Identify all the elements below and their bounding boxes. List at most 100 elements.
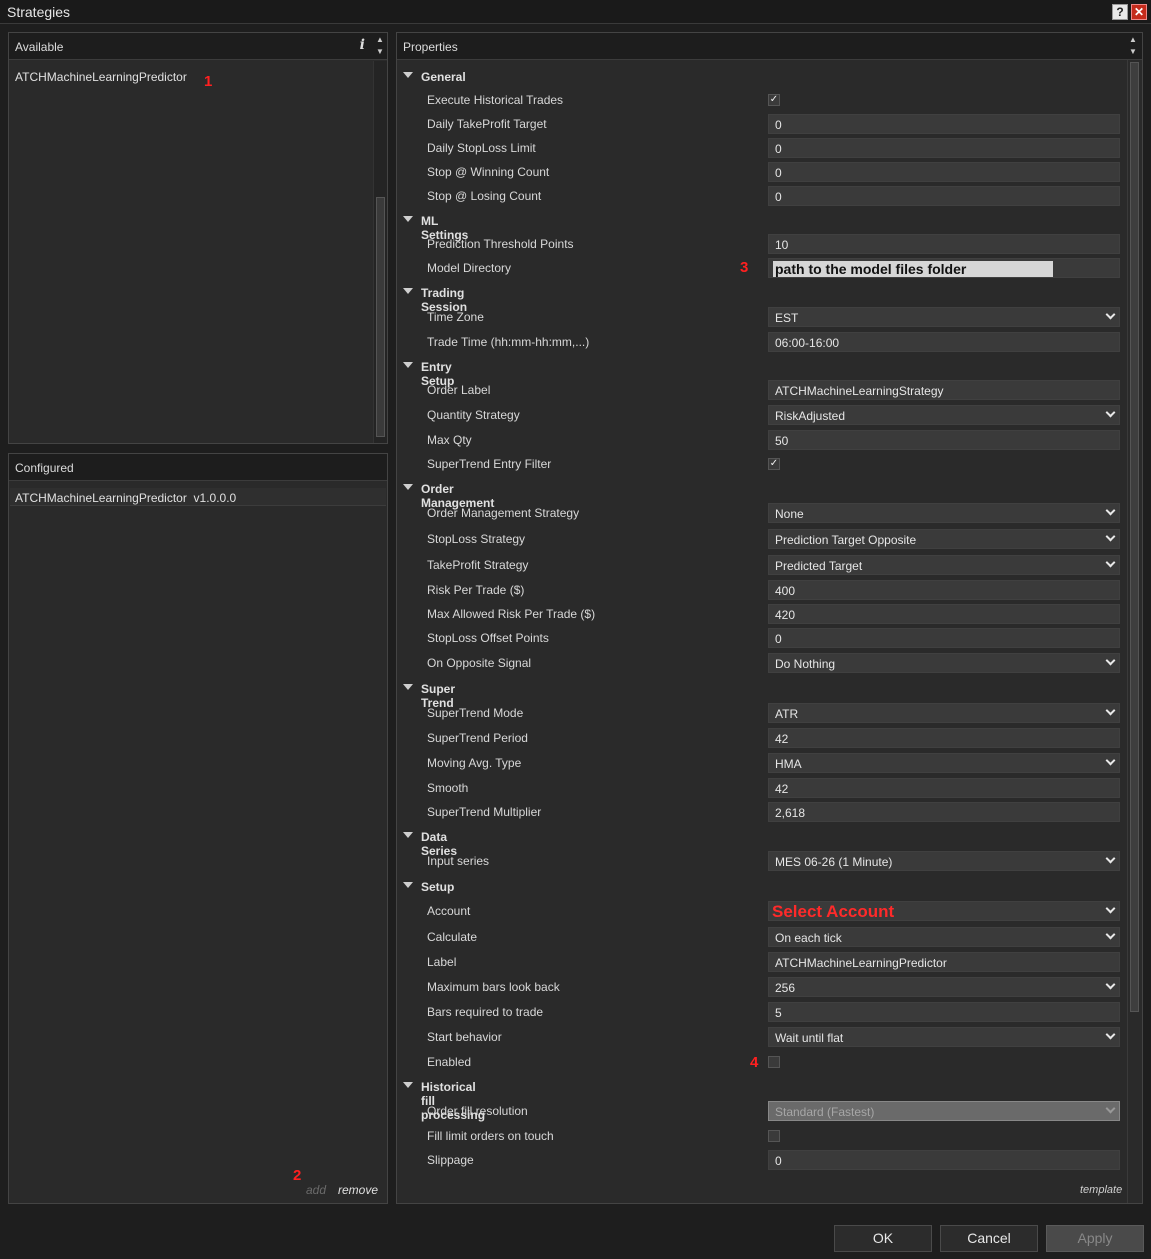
collapse-arrow-icon[interactable]	[403, 362, 413, 368]
supertrend-period-input[interactable]: 42	[768, 728, 1120, 748]
calculate-select[interactable]: On each tick	[768, 927, 1120, 947]
apply-button[interactable]: Apply	[1046, 1225, 1144, 1252]
prop-model-directory: Model Directory 3 path to the model file…	[398, 257, 1126, 279]
prop-supertrend-mode: SuperTrend Mode ATR	[398, 702, 1126, 724]
prop-smooth: Smooth 42	[398, 777, 1126, 799]
ok-button[interactable]: OK	[834, 1225, 932, 1252]
max-bars-select[interactable]: 256	[768, 977, 1120, 997]
chevron-down-icon	[1105, 505, 1116, 516]
close-icon[interactable]: ✕	[1131, 4, 1147, 20]
list-item[interactable]: ATCHMachineLearningPredictor	[15, 70, 187, 84]
om-strategy-select[interactable]: None	[768, 503, 1120, 523]
info-icon[interactable]: i	[360, 37, 365, 53]
enabled-checkbox[interactable]	[768, 1056, 780, 1068]
available-scrollbar[interactable]	[373, 61, 387, 443]
opposite-signal-select[interactable]: Do Nothing	[768, 653, 1120, 673]
order-fill-resolution-select: Standard (Fastest)	[768, 1101, 1120, 1121]
collapse-arrow-icon[interactable]	[403, 216, 413, 222]
prediction-threshold-input[interactable]: 10	[768, 234, 1120, 254]
chevron-down-icon	[1105, 655, 1116, 666]
window-title: Strategies	[7, 4, 71, 20]
prop-supertrend-period: SuperTrend Period 42	[398, 727, 1126, 749]
moving-avg-type-select[interactable]: HMA	[768, 753, 1120, 773]
fill-limit-touch-checkbox[interactable]	[768, 1130, 780, 1142]
execute-historical-checkbox[interactable]: ✓	[768, 94, 780, 106]
max-allowed-risk-input[interactable]: 420	[768, 604, 1120, 624]
prop-prediction-threshold: Prediction Threshold Points 10	[398, 233, 1126, 255]
scroll-up-icon[interactable]: ▲	[375, 35, 385, 44]
input-series-select[interactable]: MES 06-26 (1 Minute)	[768, 851, 1120, 871]
collapse-arrow-icon[interactable]	[403, 684, 413, 690]
label-input[interactable]: ATCHMachineLearningPredictor	[768, 952, 1120, 972]
remove-link[interactable]: remove	[338, 1183, 378, 1197]
scroll-thumb[interactable]	[376, 197, 385, 437]
supertrend-mode-select[interactable]: ATR	[768, 703, 1120, 723]
supertrend-multiplier-input[interactable]: 2,618	[768, 802, 1120, 822]
daily-takeprofit-input[interactable]: 0	[768, 114, 1120, 134]
chevron-down-icon	[1105, 903, 1116, 914]
takeprofit-strategy-select[interactable]: Predicted Target	[768, 555, 1120, 575]
prop-supertrend-entry-filter: SuperTrend Entry Filter ✓	[427, 457, 780, 471]
prop-risk-per-trade: Risk Per Trade ($) 400	[398, 579, 1126, 601]
scroll-thumb[interactable]	[1130, 62, 1139, 1012]
collapse-arrow-icon[interactable]	[403, 288, 413, 294]
risk-per-trade-input[interactable]: 400	[768, 580, 1120, 600]
prop-stop-winning: Stop @ Winning Count 0	[398, 161, 1126, 183]
add-link[interactable]: add	[306, 1183, 326, 1197]
prop-max-qty: Max Qty 50	[398, 429, 1126, 451]
prop-quantity-strategy: Quantity Strategy RiskAdjusted	[398, 404, 1126, 426]
available-header: Available i ▲ ▼	[9, 33, 387, 60]
supertrend-entry-filter-checkbox[interactable]: ✓	[768, 458, 780, 470]
chevron-down-icon	[1105, 979, 1116, 990]
properties-grid: General Execute Historical Trades ✓ Daily…	[398, 60, 1126, 1203]
collapse-arrow-icon[interactable]	[403, 832, 413, 838]
prop-bars-required: Bars required to trade 5	[398, 1001, 1126, 1023]
cancel-button[interactable]: Cancel	[940, 1225, 1038, 1252]
time-zone-select[interactable]: EST	[768, 307, 1120, 327]
smooth-input[interactable]: 42	[768, 778, 1120, 798]
properties-header: Properties ▲ ▼	[397, 33, 1142, 60]
daily-stoploss-input[interactable]: 0	[768, 138, 1120, 158]
prop-stop-losing: Stop @ Losing Count 0	[398, 185, 1126, 207]
collapse-arrow-icon[interactable]	[403, 72, 413, 78]
collapse-arrow-icon[interactable]	[403, 484, 413, 490]
template-link[interactable]: template	[1080, 1184, 1122, 1196]
configured-item-name: ATCHMachineLearningPredictor v1.0.0.0	[15, 491, 237, 505]
prop-enabled: Enabled 4	[398, 1051, 1126, 1073]
model-directory-input[interactable]: path to the model files folder	[768, 258, 1120, 278]
quantity-strategy-select[interactable]: RiskAdjusted	[768, 405, 1120, 425]
prop-opposite-signal: On Opposite Signal Do Nothing	[398, 652, 1126, 674]
help-icon[interactable]: ?	[1112, 4, 1128, 20]
title-bar: Strategies ? ✕	[0, 0, 1151, 24]
prop-input-series: Input series MES 06-26 (1 Minute)	[398, 850, 1126, 872]
chevron-down-icon	[1105, 755, 1116, 766]
chevron-down-icon	[1105, 557, 1116, 568]
prop-execute-historical-trades: Execute Historical Trades ✓	[427, 93, 780, 107]
collapse-arrow-icon[interactable]	[403, 1082, 413, 1088]
stop-losing-input[interactable]: 0	[768, 186, 1120, 206]
scroll-down-icon[interactable]: ▼	[375, 47, 385, 56]
table-row[interactable]: ATCHMachineLearningPredictor v1.0.0.0	[10, 488, 386, 506]
available-title: Available	[15, 40, 64, 54]
prop-takeprofit-strategy: TakeProfit Strategy Predicted Target	[398, 554, 1126, 576]
trade-time-input[interactable]: 06:00-16:00	[768, 332, 1120, 352]
properties-scrollbar[interactable]	[1127, 60, 1141, 1203]
slippage-input[interactable]: 0	[768, 1150, 1120, 1170]
stop-winning-input[interactable]: 0	[768, 162, 1120, 182]
chevron-down-icon	[1105, 1103, 1116, 1114]
stoploss-strategy-select[interactable]: Prediction Target Opposite	[768, 529, 1120, 549]
bars-required-input[interactable]: 5	[768, 1002, 1120, 1022]
scroll-down-icon[interactable]: ▼	[1128, 47, 1138, 56]
scroll-up-icon[interactable]: ▲	[1128, 35, 1138, 44]
collapse-arrow-icon[interactable]	[403, 882, 413, 888]
configured-header: Configured	[9, 454, 387, 481]
stoploss-offset-input[interactable]: 0	[768, 628, 1120, 648]
account-select[interactable]: Select Account	[768, 901, 1120, 921]
chevron-down-icon	[1105, 531, 1116, 542]
start-behavior-select[interactable]: Wait until flat	[768, 1027, 1120, 1047]
prop-order-label: Order Label ATCHMachineLearningStrategy	[398, 379, 1126, 401]
order-label-input[interactable]: ATCHMachineLearningStrategy	[768, 380, 1120, 400]
max-qty-input[interactable]: 50	[768, 430, 1120, 450]
prop-start-behavior: Start behavior Wait until flat	[398, 1026, 1126, 1048]
prop-moving-avg-type: Moving Avg. Type HMA	[398, 752, 1126, 774]
